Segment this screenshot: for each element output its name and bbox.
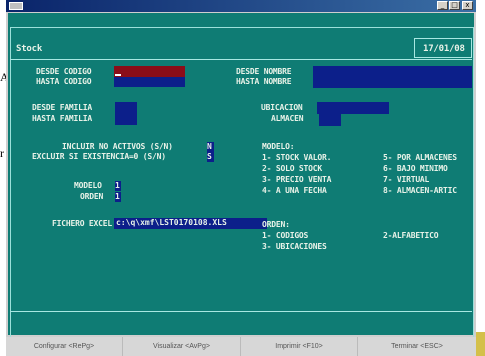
visualizar-button[interactable]: Visualizar <AvPg> [123,337,241,356]
terminal-screen: Stock 17/01/08 DESDE CODIGO HASTA CODIGO… [8,13,474,349]
hasta-codigo-label: HASTA CODIGO [36,77,92,86]
modelo-option: 6- BAJO MINIMO [383,164,448,173]
desde-familia-label: DESDE FAMILIA [32,103,93,112]
date-value: 17/01/08 [423,44,465,54]
modelo-option: 1- STOCK VALOR. [262,153,332,162]
text-cursor [115,74,121,76]
ubicacion-label: UBICACION [261,103,303,112]
excluir-existencia-field[interactable]: S [207,152,214,162]
orden-label: ORDEN [80,192,104,201]
hasta-nombre-field[interactable] [313,77,472,88]
desde-nombre-label: DESDE NOMBRE [236,67,292,76]
maximize-button[interactable]: □ [449,1,460,10]
orden-option: 2-ALFABETICO [383,231,439,240]
familia-field[interactable] [115,102,137,125]
hasta-nombre-label: HASTA NOMBRE [236,77,292,86]
orden-option: 3- UBICACIONES [262,242,327,251]
app-window: _ □ x Stock 17/01/08 DESDE CODIGO HASTA … [6,0,476,349]
app-icon [9,2,23,10]
imprimir-button[interactable]: Imprimir <F10> [241,337,358,356]
minimize-button[interactable]: _ [437,1,448,10]
desde-codigo-field[interactable] [114,66,185,77]
almacen-label: ALMACEN [271,114,304,123]
modelo-option: 8- ALMACEN-ARTIC [383,186,457,195]
desde-codigo-label: DESDE CODIGO [36,67,92,76]
date-box: 17/01/08 [414,38,472,58]
incluir-no-activos-field[interactable]: N [207,142,214,152]
fichero-excel-field[interactable]: c:\q\xmf\LST0170108.XLS [114,218,267,229]
fichero-excel-label: FICHERO EXCEL [52,219,113,228]
modelo-list-title: MODELO: [262,142,295,151]
resize-grip-icon[interactable] [476,332,485,356]
page-title: Stock [16,44,43,54]
modelo-option: 5- POR ALMACENES [383,153,457,162]
orden-field[interactable]: 1 [115,192,121,202]
orden-option: 1- CODIGOS [262,231,309,240]
incluir-no-activos-label: INCLUIR NO ACTIVOS (S/N) [62,142,173,151]
modelo-option: 2- SOLO STOCK [262,164,323,173]
hasta-familia-label: HASTA FAMILIA [32,114,93,123]
title-bar[interactable]: _ □ x [6,0,476,12]
modelo-field[interactable]: 1 [115,181,121,191]
close-button[interactable]: x [462,1,473,10]
modelo-option: 7- VIRTUAL [383,175,430,184]
ubicacion-field[interactable] [317,102,389,114]
header-divider [10,59,472,60]
modelo-option: 3- PRECIO VENTA [262,175,332,184]
configurar-button[interactable]: Configurar <RePg> [6,337,123,356]
almacen-field[interactable] [319,114,341,126]
modelo-label: MODELO [74,181,102,190]
modelo-option: 4- A UNA FECHA [262,186,327,195]
desde-nombre-field[interactable] [313,66,472,77]
excluir-existencia-label: EXCLUIR SI EXISTENCIA=0 (S/N) [32,152,166,161]
stray-text-r: r [0,146,4,160]
function-key-bar: Configurar <RePg> Visualizar <AvPg> Impr… [6,337,476,356]
hasta-codigo-field[interactable] [114,77,185,87]
footer-divider [10,311,472,312]
orden-list-title: ORDEN: [262,220,290,229]
terminar-button[interactable]: Terminar <ESC> [358,337,476,356]
